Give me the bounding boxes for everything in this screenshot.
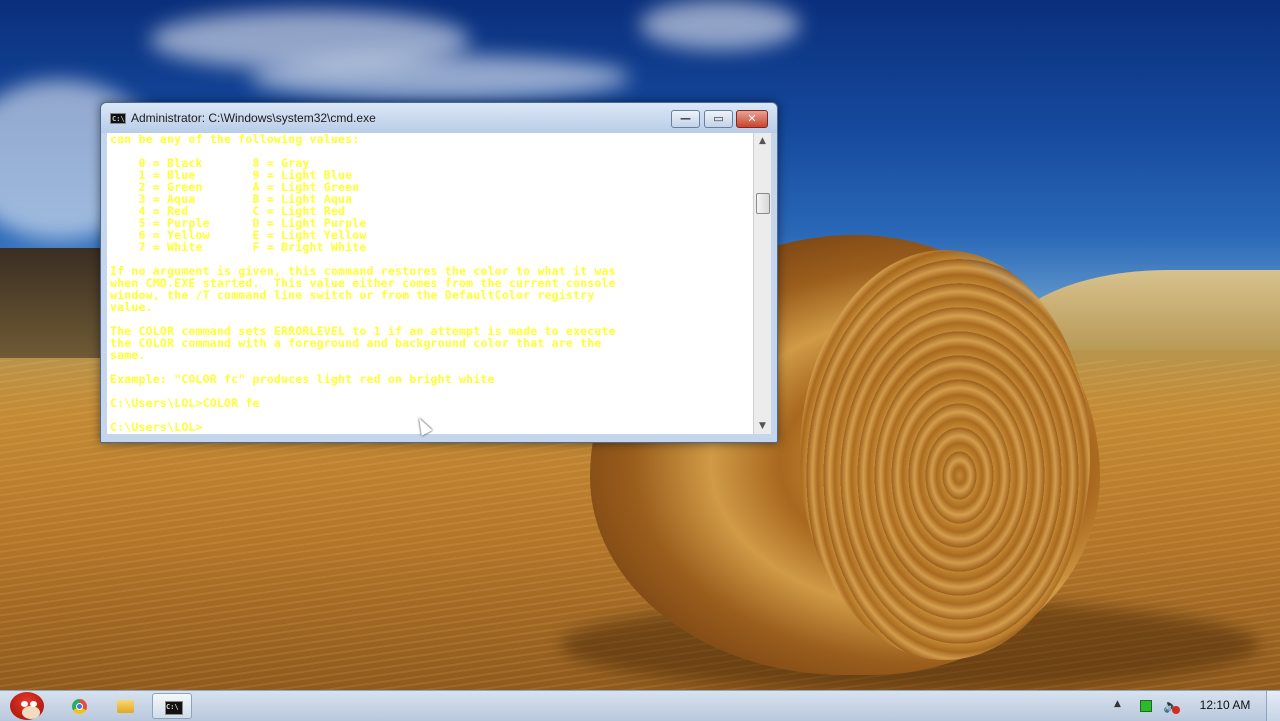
- explorer-taskbar-item[interactable]: [106, 693, 146, 719]
- bird-belly: [22, 706, 40, 719]
- cloud: [640, 0, 800, 50]
- folder-icon: [117, 700, 134, 713]
- chrome-icon: [72, 699, 87, 714]
- network-icon[interactable]: [1140, 700, 1152, 712]
- console-line: value.: [110, 300, 153, 314]
- chrome-taskbar-item[interactable]: [60, 693, 100, 719]
- cmd-taskbar-item[interactable]: C:\: [152, 693, 192, 719]
- console-line: can be any of the following values:: [110, 133, 360, 146]
- scroll-up-arrow[interactable]: ▲: [754, 133, 771, 149]
- start-button[interactable]: [6, 691, 48, 721]
- cmd-icon[interactable]: C:\: [110, 113, 126, 124]
- console-line: C:\Users\LOL>COLOR fe: [110, 396, 260, 410]
- mute-indicator-icon: [1172, 706, 1180, 714]
- scroll-thumb[interactable]: [756, 193, 770, 214]
- taskbar: C:\ ▲ 🔈 12:10 AM: [0, 690, 1280, 721]
- console-output[interactable]: can be any of the following values: 0 = …: [107, 133, 753, 434]
- console-line: Example: "COLOR fc" produces light red o…: [110, 372, 495, 386]
- console-line: window, the /T command line switch or fr…: [110, 288, 595, 302]
- window-title: Administrator: C:\Windows\system32\cmd.e…: [131, 111, 376, 125]
- title-bar[interactable]: C:\ Administrator: C:\Windows\system32\c…: [101, 103, 777, 133]
- show-hidden-icons-arrow[interactable]: ▲: [1114, 699, 1121, 709]
- scroll-down-arrow[interactable]: ▼: [754, 418, 771, 434]
- console-line: C:\Users\LOL>: [110, 420, 203, 434]
- hay-bale-face: [800, 250, 1090, 660]
- cmd-window[interactable]: C:\ Administrator: C:\Windows\system32\c…: [100, 102, 778, 443]
- close-button[interactable]: ✕: [736, 110, 768, 128]
- maximize-button[interactable]: ▭: [704, 110, 733, 128]
- bird-eye: [30, 701, 37, 707]
- console-text: can be any of the following values: 0 = …: [107, 133, 753, 433]
- minimize-button[interactable]: —: [671, 110, 700, 128]
- show-desktop-button[interactable]: [1266, 691, 1280, 721]
- console-line: the COLOR command with a foreground and …: [110, 336, 602, 350]
- cloud: [250, 55, 630, 100]
- console-line: same.: [110, 348, 146, 362]
- clock[interactable]: 12:10 AM: [1190, 698, 1260, 712]
- console-line: 7 = White F = Bright White: [110, 240, 367, 254]
- angry-bird-icon: [10, 692, 44, 720]
- hill: [0, 248, 110, 358]
- bird-eye: [21, 701, 28, 707]
- vertical-scrollbar[interactable]: ▲ ▼: [753, 133, 771, 434]
- cmd-icon: C:\: [165, 701, 183, 715]
